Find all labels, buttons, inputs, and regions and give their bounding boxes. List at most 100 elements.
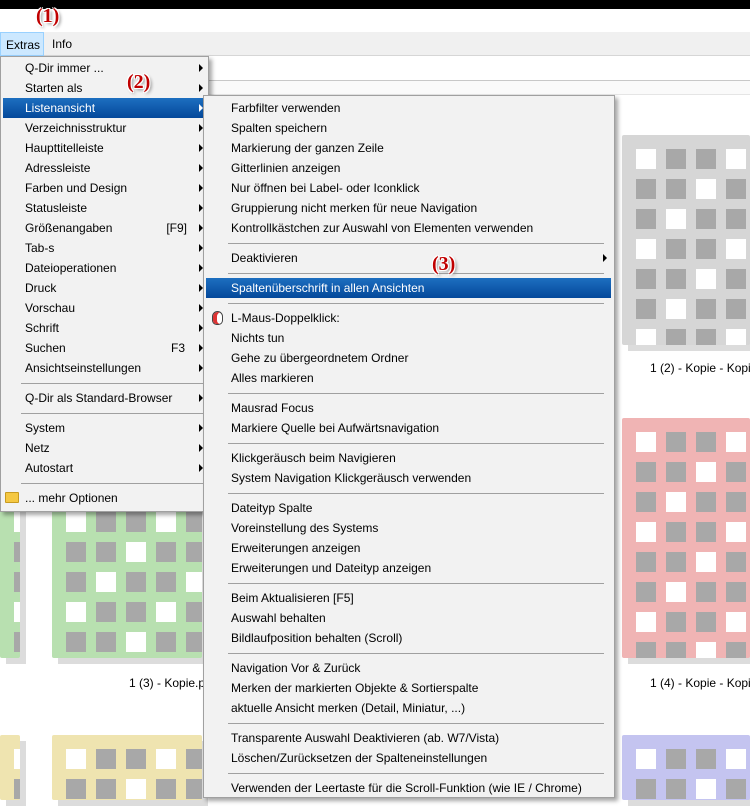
menu-item-dateioperationen[interactable]: Dateioperationen xyxy=(3,258,207,278)
menu-item-label: System xyxy=(25,421,66,435)
thumbnail-cell xyxy=(96,572,116,592)
menu-item-gehe-zu-uebergeordnetem-ordner[interactable]: Gehe zu übergeordnetem Ordner xyxy=(206,348,611,368)
menu-item-label: Vorschau xyxy=(25,301,76,315)
menu-item-q-dir-als-standard-browser[interactable]: Q-Dir als Standard-Browser xyxy=(3,388,207,408)
menu-item-ansichtseinstellungen[interactable]: Ansichtseinstellungen xyxy=(3,358,207,378)
file-caption-3[interactable]: 1 (3) - Kopie.p xyxy=(129,676,205,690)
thumbnail-image[interactable] xyxy=(0,498,20,658)
menu-item-bildlaufposition-behalten-scroll[interactable]: Bildlaufposition behalten (Scroll) xyxy=(206,628,611,648)
thumbnail-cell xyxy=(156,779,176,799)
menu-item-haupttitelleiste[interactable]: Haupttitelleiste xyxy=(3,138,207,158)
menu-item-label: Tab-s xyxy=(25,241,55,255)
menu-item-schrift[interactable]: Schrift xyxy=(3,318,207,338)
submenu-arrow-icon xyxy=(199,84,203,92)
thumbnail-cell xyxy=(696,239,716,259)
menu-item-transparente-auswahl-deaktivieren-ab-w7-vista[interactable]: Transparente Auswahl Deaktivieren (ab. W… xyxy=(206,728,611,748)
menu-info[interactable]: Info xyxy=(47,32,77,56)
menu-item-label: Spaltenüberschrift in allen Ansichten xyxy=(231,281,425,295)
thumbnail-image[interactable] xyxy=(622,418,750,658)
menu-item-loeschen-zuruecksetzen-der-spalteneinstellungen[interactable]: Löschen/Zurücksetzen der Spalteneinstell… xyxy=(206,748,611,768)
menu-item-autostart[interactable]: Autostart xyxy=(3,458,207,478)
thumbnail-cell xyxy=(96,749,116,769)
folder-icon xyxy=(5,492,19,503)
menu-item-druck[interactable]: Druck xyxy=(3,278,207,298)
menu-separator xyxy=(228,393,604,394)
menu-item-navigation-vor-zurueck[interactable]: Navigation Vor & Zurück xyxy=(206,658,611,678)
menu-item-alles-markieren[interactable]: Alles markieren xyxy=(206,368,611,388)
menu-item-erweiterungen-und-dateityp-anzeigen[interactable]: Erweiterungen und Dateityp anzeigen xyxy=(206,558,611,578)
menu-item-system-navigation-klickgeraeusch-verwenden[interactable]: System Navigation Klickgeräusch verwende… xyxy=(206,468,611,488)
menu-item-nur-oeffnen-bei-label-oder-iconklick[interactable]: Nur öffnen bei Label- oder Iconklick xyxy=(206,178,611,198)
menu-item-spaltenueberschrift-in-allen-ansichten[interactable]: Spaltenüberschrift in allen Ansichten xyxy=(206,278,611,298)
thumbnail-cell xyxy=(666,552,686,572)
menu-item-groessenangaben[interactable]: Größenangaben [F9] xyxy=(3,218,207,238)
menu-item-label: Mausrad Focus xyxy=(231,401,314,415)
menu-item-suchen[interactable]: Suchen F3 xyxy=(3,338,207,358)
menu-item-adressleiste[interactable]: Adressleiste xyxy=(3,158,207,178)
menu-item-gitterlinien-anzeigen[interactable]: Gitterlinien anzeigen xyxy=(206,158,611,178)
listenansicht-submenu: Farbfilter verwenden Spalten speichern Mar… xyxy=(203,95,615,798)
thumbnail-cell xyxy=(96,512,116,532)
menu-item-label: aktuelle Ansicht merken (Detail, Miniatu… xyxy=(231,701,466,715)
thumbnail-image[interactable] xyxy=(52,498,202,658)
thumbnail-cell xyxy=(156,602,176,622)
menu-item-l-maus-doppelklick[interactable]: L-Maus-Doppelklick: xyxy=(206,308,611,328)
menu-item-statusleiste[interactable]: Statusleiste xyxy=(3,198,207,218)
menu-item-gruppierung-nicht-merken-fuer-neue-navigation[interactable]: Gruppierung nicht merken für neue Naviga… xyxy=(206,198,611,218)
menu-item-label: Haupttitelleiste xyxy=(25,141,104,155)
thumbnail-cell xyxy=(696,582,716,602)
thumbnail-cell xyxy=(726,522,746,542)
thumbnail-cell xyxy=(726,329,746,345)
menu-item-label: Klickgeräusch beim Navigieren xyxy=(231,451,396,465)
menu-item-vorschau[interactable]: Vorschau xyxy=(3,298,207,318)
thumbnail-cell xyxy=(636,749,656,769)
menu-item-mausrad-focus[interactable]: Mausrad Focus xyxy=(206,398,611,418)
menu-item-q-dir-immer[interactable]: Q-Dir immer ... xyxy=(3,58,207,78)
menu-item-verwenden-der-leertaste-fuer-die-scroll-funktion-wie-ie-chrome[interactable]: Verwenden der Leertaste für die Scroll-F… xyxy=(206,778,611,798)
menu-extras[interactable]: Extras xyxy=(0,32,44,56)
thumbnail-cell xyxy=(66,749,86,769)
file-caption-2[interactable]: 1 (2) - Kopie - Kopi xyxy=(650,361,750,375)
thumbnail-cell xyxy=(66,632,86,652)
menu-item-mehr-optionen[interactable]: ... mehr Optionen xyxy=(3,488,207,508)
menu-item-aktuelle-ansicht-merken-detail-miniatur[interactable]: aktuelle Ansicht merken (Detail, Miniatu… xyxy=(206,698,611,718)
address-bar[interactable] xyxy=(205,57,750,81)
thumbnail-cell xyxy=(636,552,656,572)
thumbnail-cell xyxy=(696,779,716,799)
menu-item-klickgeraeusch-beim-navigieren[interactable]: Klickgeräusch beim Navigieren xyxy=(206,448,611,468)
menu-item-nichts-tun[interactable]: Nichts tun xyxy=(206,328,611,348)
thumbnail-cell xyxy=(636,149,656,169)
menu-item-listenansicht[interactable]: Listenansicht xyxy=(3,98,207,118)
menu-item-system[interactable]: System xyxy=(3,418,207,438)
menu-item-starten-als[interactable]: Starten als xyxy=(3,78,207,98)
menu-item-kontrollkaestchen-zur-auswahl-von-elementen-verwenden[interactable]: Kontrollkästchen zur Auswahl von Element… xyxy=(206,218,611,238)
menu-item-farben-und-design[interactable]: Farben und Design xyxy=(3,178,207,198)
menu-item-label: Gitterlinien anzeigen xyxy=(231,161,341,175)
thumbnail-cell xyxy=(696,149,716,169)
thumbnail-image[interactable] xyxy=(622,735,750,800)
thumbnail-image[interactable] xyxy=(0,735,20,800)
menu-separator xyxy=(21,383,203,384)
menu-item-deaktivieren[interactable]: Deaktivieren xyxy=(206,248,611,268)
menu-item-beim-aktualisieren-f5[interactable]: Beim Aktualisieren [F5] xyxy=(206,588,611,608)
menu-separator xyxy=(228,303,604,304)
file-caption-4[interactable]: 1 (4) - Kopie - Kopi xyxy=(650,676,750,690)
menu-item-tab-s[interactable]: Tab-s xyxy=(3,238,207,258)
menu-item-label: Alles markieren xyxy=(231,371,314,385)
menu-item-verzeichnisstruktur[interactable]: Verzeichnisstruktur xyxy=(3,118,207,138)
menu-item-voreinstellung-des-systems[interactable]: Voreinstellung des Systems xyxy=(206,518,611,538)
menu-item-markierung-der-ganzen-zeile[interactable]: Markierung der ganzen Zeile xyxy=(206,138,611,158)
thumbnail-cell xyxy=(666,492,686,512)
thumbnail-image[interactable] xyxy=(622,135,750,345)
menu-item-spalten-speichern[interactable]: Spalten speichern xyxy=(206,118,611,138)
menu-item-markiere-quelle-bei-aufwaertsnavigation[interactable]: Markiere Quelle bei Aufwärtsnavigation xyxy=(206,418,611,438)
menu-item-dateityp-spalte[interactable]: Dateityp Spalte xyxy=(206,498,611,518)
mouse-icon xyxy=(212,311,223,325)
menu-item-auswahl-behalten[interactable]: Auswahl behalten xyxy=(206,608,611,628)
menu-item-label: Q-Dir immer ... xyxy=(25,61,104,75)
menu-item-merken-der-markierten-objekte-sortierspalte[interactable]: Merken der markierten Objekte & Sortiers… xyxy=(206,678,611,698)
menu-item-erweiterungen-anzeigen[interactable]: Erweiterungen anzeigen xyxy=(206,538,611,558)
menu-item-netz[interactable]: Netz xyxy=(3,438,207,458)
menu-item-farbfilter-verwenden[interactable]: Farbfilter verwenden xyxy=(206,98,611,118)
thumbnail-image[interactable] xyxy=(52,735,202,800)
